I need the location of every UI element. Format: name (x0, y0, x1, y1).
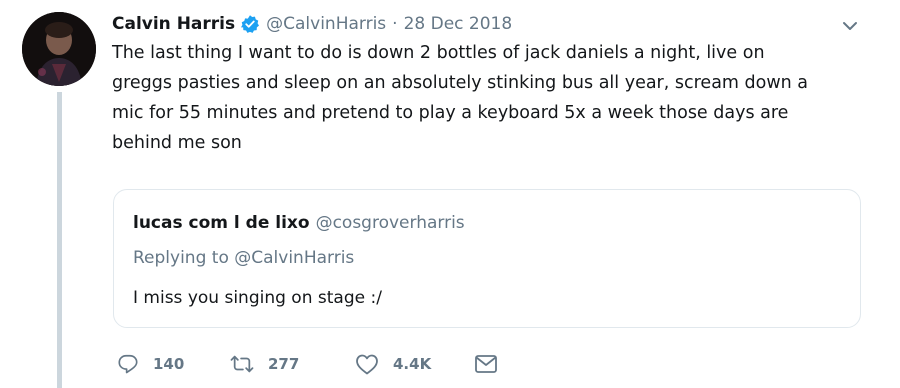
chevron-down-icon[interactable] (838, 14, 862, 38)
tweet[interactable]: Calvin Harris @CalvinHarris · 28 Dec 201… (0, 0, 900, 388)
quoted-tweet-header: lucas com l de lixo @cosgroverharris (133, 213, 465, 233)
reply-bubble-icon (118, 354, 138, 374)
quoted-author-handle: @cosgroverharris (315, 213, 465, 233)
quoted-tweet-text: I miss you singing on stage :/ (133, 288, 382, 308)
heart-icon (356, 354, 378, 375)
author-handle[interactable]: @CalvinHarris (266, 14, 386, 34)
reply-count: 140 (153, 355, 185, 373)
envelope-icon (475, 355, 497, 373)
verified-badge-icon (240, 14, 260, 34)
like-button[interactable]: 4.4K (355, 350, 431, 378)
like-count: 4.4K (393, 355, 432, 373)
retweet-arrows-icon (230, 355, 254, 373)
retweet-button[interactable]: 277 (230, 350, 299, 378)
tweet-text-line: greggs pasties and sleep on an absolutel… (112, 73, 809, 93)
thread-line (57, 92, 62, 388)
quoted-author-display-name: lucas com l de lixo (133, 213, 310, 233)
tweet-text-line: behind me son (112, 133, 242, 153)
tweet-text: The last thing I want to do is down 2 bo… (112, 38, 852, 158)
header-separator: · (392, 14, 398, 34)
tweet-date[interactable]: 28 Dec 2018 (404, 14, 513, 34)
author-display-name[interactable]: Calvin Harris (112, 14, 235, 34)
tweet-text-line: The last thing I want to do is down 2 bo… (112, 43, 765, 63)
quoted-tweet[interactable]: lucas com l de lixo @cosgroverharris Repl… (113, 189, 861, 328)
quoted-replying-to: Replying to @CalvinHarris (133, 248, 355, 268)
avatar-photo (22, 12, 96, 86)
tweet-header: Calvin Harris @CalvinHarris · 28 Dec 201… (112, 11, 512, 37)
retweet-count: 277 (268, 355, 300, 373)
direct-message-button[interactable] (474, 350, 498, 378)
reply-button[interactable]: 140 (117, 350, 184, 378)
avatar[interactable] (22, 12, 96, 86)
tweet-text-line: mic for 55 minutes and pretend to play a… (112, 103, 789, 123)
